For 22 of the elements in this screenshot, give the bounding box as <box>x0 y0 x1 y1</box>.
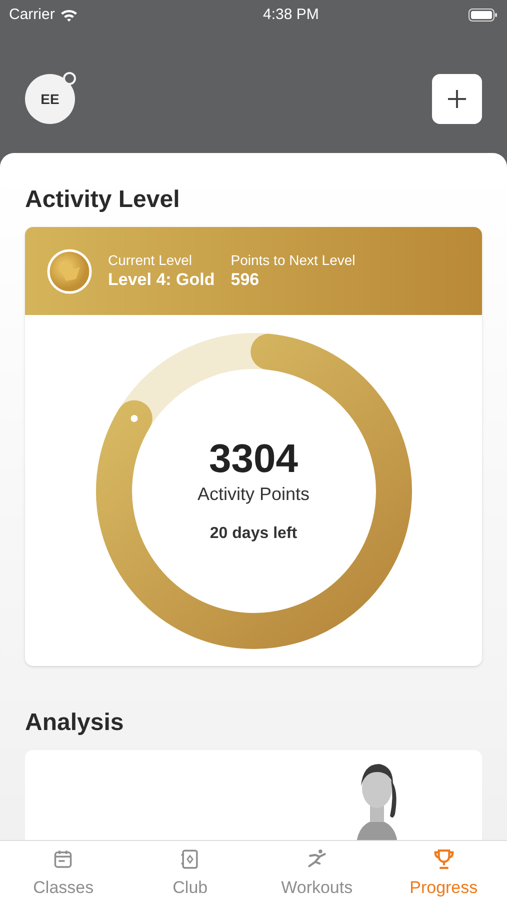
avatar[interactable]: EE <box>25 74 75 124</box>
tab-bar-item[interactable]: Classes <box>0 841 127 900</box>
add-button[interactable] <box>432 74 482 124</box>
section-title: Activity Level <box>25 185 181 215</box>
wifi-icon <box>60 8 78 22</box>
carrier-label: Carrier <box>9 4 55 25</box>
ring-end-dot <box>130 414 138 422</box>
current-level-label: Current Level <box>108 251 194 269</box>
points-label: Activity Points <box>197 482 310 506</box>
days-left: 20 days left <box>210 524 298 544</box>
medal-icon <box>47 248 92 294</box>
points-value: 3304 <box>209 436 298 482</box>
current-level-value: Level 4: Gold <box>108 269 215 291</box>
battery-icon <box>468 8 498 22</box>
tab-bar-item[interactable]: Progress <box>380 841 507 900</box>
clock-time: 4:38 PM <box>262 4 319 25</box>
next-level-label: Points to Next Level <box>230 251 356 269</box>
tab-bar-item[interactable]: Club <box>126 841 254 900</box>
section-title: Analysis <box>25 708 125 738</box>
plus-icon <box>447 89 467 109</box>
tab-bar-item[interactable]: Workouts <box>254 841 380 900</box>
next-level-points: 596 <box>230 269 260 291</box>
